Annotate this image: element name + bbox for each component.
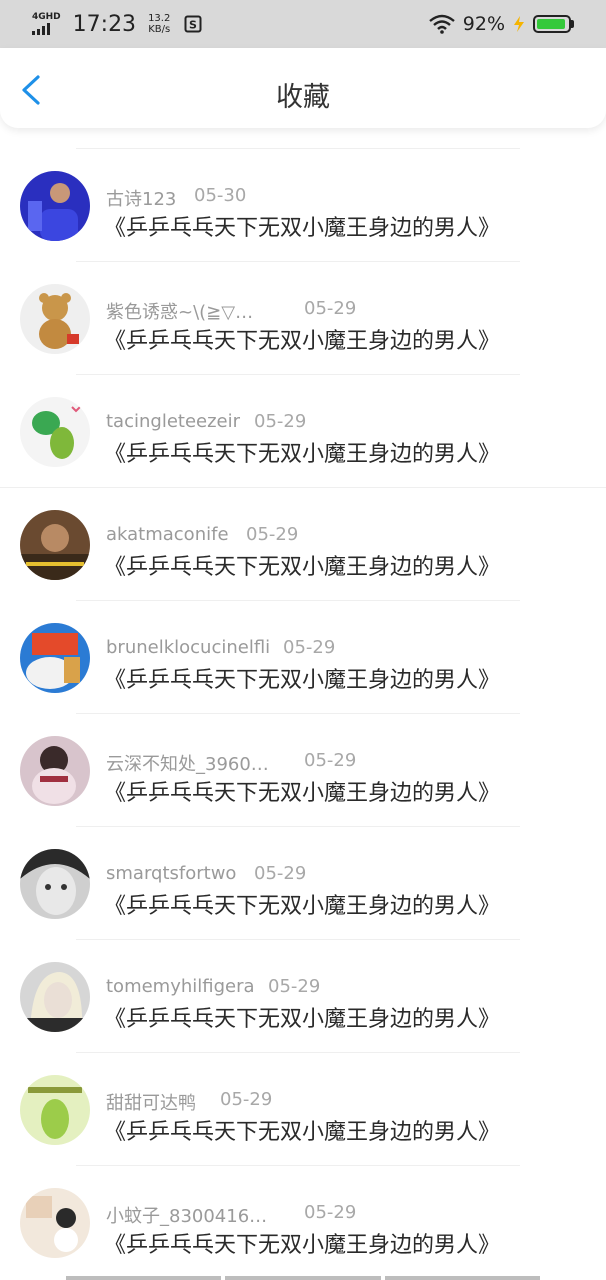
list-item[interactable]: tomemyhilfigera 05-29 《乒乒乓乓天下无双小魔王身边的男人》	[0, 940, 606, 1053]
date: 05-29	[220, 1089, 273, 1110]
item-title: 《乒乒乓乓天下无双小魔王身边的男人》	[104, 442, 501, 467]
avatar[interactable]	[20, 736, 90, 806]
page-title: 收藏	[276, 82, 330, 113]
date: 05-30	[194, 185, 247, 206]
avatar[interactable]	[20, 284, 90, 354]
avatar[interactable]	[20, 623, 90, 693]
username: tacingleteezeir	[106, 411, 241, 432]
date: 05-29	[254, 411, 307, 432]
clock: 17:23	[72, 11, 137, 37]
item-title: 《乒乒乓乓天下无双小魔王身边的男人》	[104, 1007, 501, 1032]
list-item[interactable]: 古诗123 05-30 《乒乒乓乓天下无双小魔王身边的男人》	[0, 149, 606, 262]
list-item[interactable]: 紫色诱惑~\(≧▽… 05-29 《乒乒乓乓天下无双小魔王身边的男人》	[0, 262, 606, 375]
item-title: 《乒乒乓乓天下无双小魔王身边的男人》	[104, 668, 501, 693]
list-item[interactable]: 云深不知处_3960… 05-29 《乒乒乓乓天下无双小魔王身边的男人》	[0, 714, 606, 827]
avatar[interactable]	[20, 1075, 90, 1145]
battery-icon	[533, 15, 574, 33]
avatar[interactable]	[20, 849, 90, 919]
wifi-icon	[428, 14, 455, 34]
svg-text:S: S	[189, 19, 197, 32]
list-item[interactable]: 小蚊子_8300416… 05-29 《乒乒乓乓天下无双小魔王身边的男人》	[0, 1166, 606, 1279]
username: 紫色诱惑~\(≧▽…	[106, 302, 254, 323]
item-title: 《乒乒乓乓天下无双小魔王身边的男人》	[104, 894, 501, 919]
list-item[interactable]: smarqtsfortwo 05-29 《乒乒乓乓天下无双小魔王身边的男人》	[0, 827, 606, 940]
speed-value: 13.2	[148, 13, 171, 24]
status-bar: 4GHD 17:23 13.2 KB/s S 92%	[0, 0, 606, 48]
date: 05-29	[283, 637, 336, 658]
item-title: 《乒乒乓乓天下无双小魔王身边的男人》	[104, 216, 501, 241]
item-title: 《乒乒乓乓天下无双小魔王身边的男人》	[104, 329, 501, 354]
avatar[interactable]	[20, 510, 90, 580]
network-speed: 13.2 KB/s	[148, 13, 170, 35]
avatar[interactable]	[20, 1188, 90, 1258]
item-title: 《乒乒乓乓天下无双小魔王身边的男人》	[104, 1233, 501, 1258]
list-item[interactable]: tacingleteezeir 05-29 《乒乒乓乓天下无双小魔王身边的男人》	[0, 375, 606, 488]
charging-bolt-icon	[514, 16, 524, 32]
network-label: 4GHD	[32, 12, 61, 22]
speed-unit: KB/s	[148, 24, 171, 35]
favorites-list[interactable]: 古诗123 05-30 《乒乒乓乓天下无双小魔王身边的男人》 紫色诱惑~\(≧▽…	[0, 128, 606, 1280]
username: brunelklocucinelfli	[106, 637, 271, 658]
bottom-edge-bar	[0, 1276, 606, 1280]
date: 05-29	[254, 863, 307, 884]
date: 05-29	[304, 1202, 357, 1223]
date: 05-29	[304, 298, 357, 319]
date: 05-29	[268, 976, 321, 997]
avatar[interactable]	[20, 962, 90, 1032]
username: 甜甜可达鸭	[106, 1093, 196, 1114]
item-title: 《乒乒乓乓天下无双小魔王身边的男人》	[104, 781, 501, 806]
battery-percent: 92%	[462, 13, 505, 35]
list-item[interactable]: akatmaconife 05-29 《乒乒乓乓天下无双小魔王身边的男人》	[0, 488, 606, 601]
username: akatmaconife	[106, 524, 229, 545]
date: 05-29	[304, 750, 357, 771]
item-title: 《乒乒乓乓天下无双小魔王身边的男人》	[104, 1120, 501, 1145]
username: 云深不知处_3960…	[106, 754, 269, 775]
username: smarqtsfortwo	[106, 863, 237, 884]
screenshot-notification-icon: S	[184, 15, 202, 33]
username: tomemyhilfigera	[106, 976, 255, 997]
top-navigation-bar: 收藏	[0, 48, 606, 128]
avatar[interactable]	[20, 171, 90, 241]
avatar[interactable]	[20, 397, 90, 467]
signal-icon	[32, 23, 50, 35]
network-indicator: 4GHD	[32, 13, 61, 35]
date: 05-29	[246, 524, 299, 545]
list-item[interactable]: brunelklocucinelfli 05-29 《乒乒乓乓天下无双小魔王身边…	[0, 601, 606, 714]
list-item[interactable]: 甜甜可达鸭 05-29 《乒乒乓乓天下无双小魔王身边的男人》	[0, 1053, 606, 1166]
username: 小蚊子_8300416…	[106, 1206, 268, 1227]
item-title: 《乒乒乓乓天下无双小魔王身边的男人》	[104, 555, 501, 580]
username: 古诗123	[106, 189, 177, 210]
